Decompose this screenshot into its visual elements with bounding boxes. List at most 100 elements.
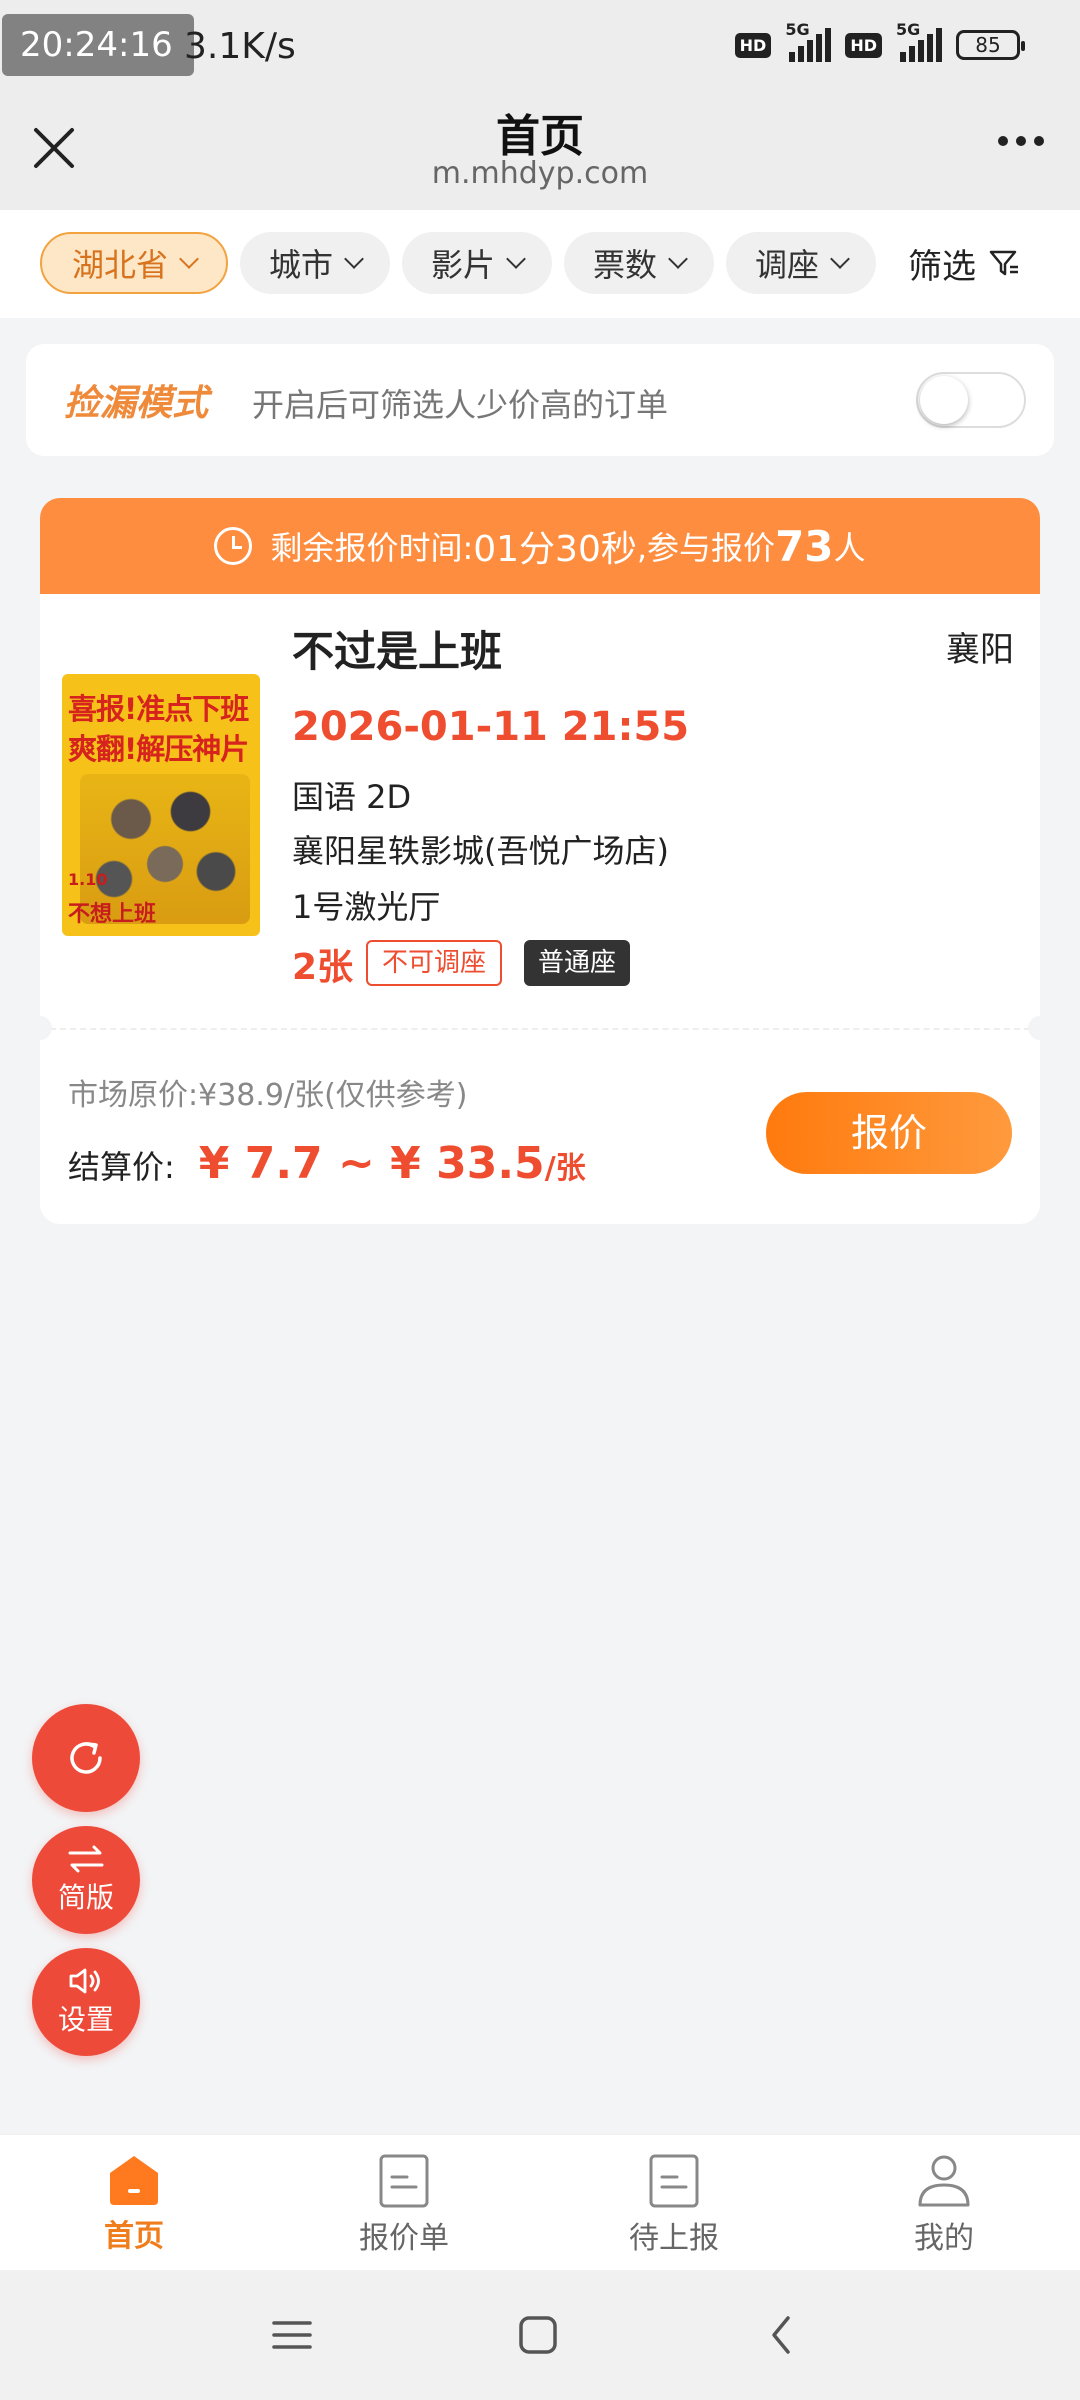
- chevron-down-icon: [179, 249, 199, 269]
- filter-label: 影片: [430, 246, 495, 284]
- settle-label: 结算价:: [68, 1148, 175, 1186]
- hall-name: 1号激光厅: [292, 888, 441, 926]
- network-type: 5G: [785, 20, 810, 39]
- toggle-knob: [920, 376, 968, 424]
- refresh-icon: [70, 1742, 102, 1774]
- pick-mode-description: 开启后可筛选人少价高的订单: [252, 386, 669, 424]
- card-divider: [40, 1028, 1040, 1030]
- page-title: 首页: [496, 111, 584, 162]
- home-nav-button[interactable]: [508, 2310, 568, 2360]
- dot-icon: [1034, 136, 1044, 146]
- back-icon: [772, 2316, 790, 2354]
- hd-icon: HD: [845, 32, 882, 58]
- poster-line1: 喜报!准点下班: [68, 692, 249, 726]
- network-speed: 3.1K/s: [184, 26, 296, 67]
- menu-icon: [272, 2321, 312, 2349]
- dot-icon: [1016, 136, 1026, 146]
- ticket-count: 2张: [292, 947, 354, 988]
- quote-button[interactable]: 报价: [766, 1092, 1012, 1174]
- movie-title: 不过是上班: [292, 627, 503, 676]
- tab-quotes[interactable]: 报价单: [304, 2153, 504, 2257]
- showtime: 2026-01-11 21:55: [292, 704, 690, 750]
- status-icons: HD 5G HD 5G 85: [734, 20, 1025, 62]
- order-city: 襄阳: [946, 630, 1014, 670]
- user-icon: [918, 2155, 970, 2207]
- speaker-icon: [69, 1968, 100, 1994]
- home-icon: [110, 2156, 158, 2205]
- filter-bar: 湖北省 城市 影片 票数 调座 筛选: [0, 210, 1080, 318]
- settings-label: 设置: [57, 2003, 114, 2036]
- filter-button-label: 筛选: [908, 246, 976, 287]
- card-notch-left: [40, 1016, 52, 1040]
- settle-price-range: ¥ 7.7 ~ ¥ 33.5: [198, 1138, 545, 1189]
- chevron-down-icon: [344, 249, 364, 269]
- tab-pending[interactable]: 待上报: [574, 2153, 774, 2257]
- poster-name: 不想上班: [68, 902, 157, 927]
- pick-mode-title: 捡漏模式: [64, 383, 209, 424]
- filter-label: 城市: [268, 246, 333, 284]
- swap-icon: [68, 1845, 104, 1873]
- hd-icon: HD: [734, 32, 772, 58]
- countdown-label: 剩余报价时间:: [270, 529, 474, 567]
- simple-mode-button[interactable]: 简版: [32, 1826, 140, 1934]
- poster-line2: 爽翻!解压神片: [68, 732, 249, 766]
- filter-movie[interactable]: 影片: [402, 232, 552, 294]
- page-header: 首页 m.mhdyp.com: [0, 100, 1080, 210]
- chevron-down-icon: [506, 249, 526, 269]
- signal-icon: 5G: [785, 20, 832, 62]
- tab-label: 待上报: [629, 2221, 719, 2256]
- menu-button[interactable]: [262, 2310, 322, 2360]
- countdown-bar: 剩余报价时间: 01分30秒 ,参与报价 73 人: [40, 498, 1040, 594]
- document-icon: [379, 2154, 429, 2208]
- status-bar: 20:24:16 3.1K/s HD 5G HD 5G 85: [0, 0, 1080, 100]
- language-format: 国语 2D: [292, 778, 412, 816]
- filter-button[interactable]: 筛选: [908, 232, 1020, 294]
- poster-date: 1.10: [68, 870, 108, 889]
- signal-icon: 5G: [896, 20, 942, 62]
- clock-icon: [214, 527, 253, 565]
- square-icon: [519, 2316, 557, 2354]
- movie-poster[interactable]: 喜报!准点下班 爽翻!解压神片 1.10 不想上班: [62, 674, 260, 936]
- tab-label: 报价单: [359, 2221, 449, 2256]
- back-nav-button[interactable]: [752, 2310, 812, 2360]
- network-type: 5G: [896, 20, 921, 39]
- filter-city[interactable]: 城市: [240, 232, 390, 294]
- filter-label: 票数: [592, 246, 657, 284]
- settle-price-row: 结算价: ¥ 7.7 ~ ¥ 33.5/张: [68, 1138, 586, 1189]
- seat-adjust-tag: 不可调座: [366, 940, 503, 986]
- countdown-value: 01分30秒: [473, 529, 637, 570]
- settle-price: ¥ 7.7 ~ ¥ 33.5/张: [199, 1138, 586, 1189]
- battery-icon: 85: [956, 30, 1025, 60]
- participants-count: 73: [775, 521, 834, 571]
- funnel-icon: [989, 250, 1018, 276]
- settings-button[interactable]: 设置: [32, 1948, 140, 2056]
- settle-price-unit: /张: [544, 1151, 586, 1186]
- pick-mode-panel: 捡漏模式 开启后可筛选人少价高的订单: [26, 344, 1054, 456]
- more-button[interactable]: [998, 136, 1044, 146]
- status-time: 20:24:16: [2, 14, 194, 76]
- chevron-down-icon: [830, 249, 850, 269]
- card-notch-right: [1028, 1016, 1040, 1040]
- system-nav-bar: [0, 2270, 1080, 2400]
- tab-label: 我的: [914, 2221, 974, 2256]
- document-icon: [649, 2154, 699, 2208]
- filter-label: 湖北省: [71, 246, 168, 284]
- tab-mine[interactable]: 我的: [844, 2153, 1044, 2257]
- participants-prefix: ,参与报价: [636, 529, 776, 567]
- filter-ticket-count[interactable]: 票数: [564, 232, 714, 294]
- cinema-name: 襄阳星轶影城(吾悦广场店): [292, 832, 669, 870]
- pick-mode-toggle[interactable]: [916, 372, 1026, 428]
- dot-icon: [998, 136, 1008, 146]
- seat-type-tag: 普通座: [524, 940, 631, 986]
- market-price: 市场原价:¥38.9/张(仅供参考): [68, 1078, 468, 1113]
- participants-suffix: 人: [833, 529, 866, 567]
- tab-label: 首页: [104, 2219, 164, 2254]
- bottom-tab-bar: 首页 报价单 待上报 我的: [0, 2134, 1080, 2270]
- chevron-down-icon: [668, 249, 688, 269]
- tab-home[interactable]: 首页: [34, 2153, 234, 2255]
- filter-seat-adjust[interactable]: 调座: [726, 232, 876, 294]
- filter-province[interactable]: 湖北省: [40, 232, 228, 294]
- refresh-button[interactable]: [32, 1704, 140, 1812]
- page-domain: m.mhdyp.com: [431, 156, 649, 191]
- filter-label: 调座: [754, 246, 819, 284]
